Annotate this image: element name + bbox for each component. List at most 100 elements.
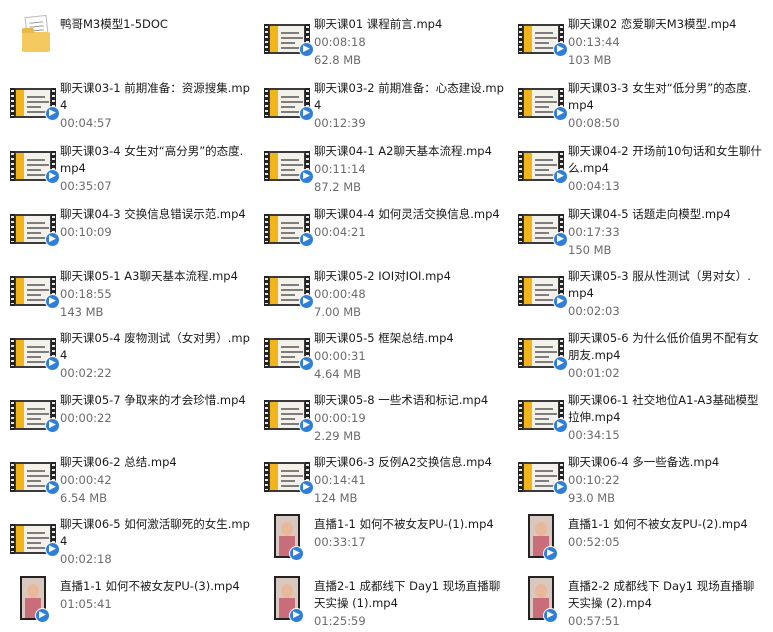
video-icon: ▶ (518, 400, 568, 433)
video-icon: ▶ (264, 276, 314, 309)
file-item[interactable]: ▶ 聊天课05-3 服从性测试（男对女）.mp4 00:02:03 (512, 258, 762, 320)
file-name: 聊天课03-4 女生对“高分男”的态度.mp4 (60, 144, 244, 175)
file-duration: 00:00:42 (60, 473, 112, 487)
file-item[interactable]: ▶ 直播1-1 如何不被女友PU-(3).mp4 01:05:41 (4, 568, 254, 630)
video-icon: ▶ (264, 338, 314, 371)
file-size: 93.0 MB (568, 491, 616, 505)
file-name: 聊天课03-1 前期准备：资源搜集.mp4 (60, 81, 250, 112)
phone-video-icon: ▶ (20, 576, 50, 623)
media-player-badge-icon: ▶ (35, 608, 50, 623)
file-name: 聊天课05-5 框架总结.mp4 (314, 331, 454, 345)
file-item[interactable]: ▶ 聊天课05-4 废物测试（女对男）.mp4 00:02:22 (4, 320, 254, 382)
file-item[interactable]: ▶ 直播1-1 如何不被女友PU-(1).mp4 00:33:17 (258, 506, 508, 568)
file-item[interactable]: 鸭哥M3模型1-5DOC (4, 6, 254, 68)
media-player-badge-icon: ▶ (45, 106, 60, 121)
file-name: 聊天课04-4 如何灵活交换信息.mp4 (314, 207, 500, 221)
video-icon: ▶ (264, 24, 314, 57)
file-item[interactable]: ▶ 直播2-1 成都线下 Day1 现场直播聊天实操 (1).mp4 01:25:5… (258, 568, 508, 630)
file-item[interactable]: ▶ 聊天课05-7 争取来的才会珍惜.mp4 00:00:22 (4, 382, 254, 444)
file-item[interactable]: ▶ 聊天课05-6 为什么低价值男不配有女朋友.mp4 00:01:02 (512, 320, 762, 382)
file-item[interactable]: ▶ 聊天课05-8 一些术语和标记.mp4 00:00:19 2.29 MB (258, 382, 508, 444)
video-icon: ▶ (264, 462, 314, 495)
file-duration: 01:25:59 (314, 614, 366, 628)
media-player-badge-icon: ▶ (543, 546, 558, 561)
file-name: 聊天课05-7 争取来的才会珍惜.mp4 (60, 393, 246, 407)
phone-video-icon: ▶ (528, 576, 558, 623)
video-icon: ▶ (10, 214, 60, 247)
file-size: 4.64 MB (314, 367, 362, 381)
file-item[interactable]: ▶ 聊天课04-3 交换信息错误示范.mp4 00:10:09 (4, 196, 254, 258)
file-name: 聊天课06-3 反例A2交换信息.mp4 (314, 455, 492, 469)
file-item[interactable]: ▶ 聊天课06-3 反例A2交换信息.mp4 00:14:41 124 MB (258, 444, 508, 506)
video-icon: ▶ (264, 151, 314, 184)
file-name: 聊天课04-5 话题走向模型.mp4 (568, 207, 731, 221)
file-item[interactable]: ▶ 聊天课06-2 总结.mp4 00:00:42 6.54 MB (4, 444, 254, 506)
file-duration: 00:57:51 (568, 614, 620, 628)
file-size: 143 MB (60, 305, 104, 319)
file-item[interactable]: ▶ 聊天课02 恋爱聊天M3模型.mp4 00:13:44 103 MB (512, 6, 762, 68)
file-name: 直播2-2 成都线下 Day1 现场直播聊天实操 (2).mp4 (568, 579, 755, 610)
file-duration: 00:52:05 (568, 535, 620, 549)
video-icon: ▶ (10, 524, 60, 557)
file-name: 鸭哥M3模型1-5DOC (60, 17, 168, 31)
video-icon: ▶ (518, 338, 568, 371)
file-duration: 00:02:03 (568, 304, 620, 318)
file-name: 直播1-1 如何不被女友PU-(3).mp4 (60, 579, 240, 593)
folder-icon (22, 14, 50, 52)
file-item[interactable]: ▶ 聊天课04-2 开场前10句话和女生聊什么.mp4 00:04:13 (512, 133, 762, 195)
file-item[interactable]: ▶ 聊天课05-2 IOI对IOI.mp4 00:00:48 7.00 MB (258, 258, 508, 320)
video-icon: ▶ (10, 276, 60, 309)
file-item[interactable]: ▶ 聊天课01 课程前言.mp4 00:08:18 62.8 MB (258, 6, 508, 68)
media-player-badge-icon: ▶ (553, 294, 568, 309)
file-duration: 01:05:41 (60, 597, 112, 611)
file-item[interactable]: ▶ 聊天课04-5 话题走向模型.mp4 00:17:33 150 MB (512, 196, 762, 258)
file-duration: 00:08:18 (314, 35, 366, 49)
file-item[interactable]: ▶ 聊天课03-1 前期准备：资源搜集.mp4 00:04:57 (4, 70, 254, 132)
file-size: 150 MB (568, 243, 612, 257)
file-item[interactable]: ▶ 聊天课03-2 前期准备：心态建设.mp4 00:12:39 (258, 70, 508, 132)
media-player-badge-icon: ▶ (543, 608, 558, 623)
video-icon: ▶ (518, 276, 568, 309)
file-duration: 00:02:18 (60, 552, 112, 566)
video-icon: ▶ (264, 214, 314, 247)
media-player-badge-icon: ▶ (299, 480, 314, 495)
file-name: 聊天课05-1 A3聊天基本流程.mp4 (60, 269, 238, 283)
file-item[interactable]: ▶ 聊天课03-3 女生对“低分男”的态度.mp4 00:08:50 (512, 70, 762, 132)
file-duration: 00:00:19 (314, 411, 366, 425)
file-name: 聊天课01 课程前言.mp4 (314, 17, 443, 31)
file-item[interactable]: ▶ 聊天课05-1 A3聊天基本流程.mp4 00:18:55 143 MB (4, 258, 254, 320)
file-item[interactable]: ▶ 直播2-2 成都线下 Day1 现场直播聊天实操 (2).mp4 00:57:5… (512, 568, 762, 630)
file-item[interactable]: ▶ 聊天课03-4 女生对“高分男”的态度.mp4 00:35:07 (4, 133, 254, 195)
file-size: 2.29 MB (314, 429, 362, 443)
video-icon: ▶ (10, 400, 60, 433)
file-item[interactable]: ▶ 聊天课06-1 社交地位A1-A3基础模型拉伸.mp4 00:34:15 (512, 382, 762, 444)
file-size: 6.54 MB (60, 491, 108, 505)
media-player-badge-icon: ▶ (45, 232, 60, 247)
media-player-badge-icon: ▶ (45, 418, 60, 433)
file-duration: 00:12:39 (314, 116, 366, 130)
media-player-badge-icon: ▶ (45, 542, 60, 557)
file-name: 聊天课03-2 前期准备：心态建设.mp4 (314, 81, 504, 112)
file-name: 聊天课06-1 社交地位A1-A3基础模型拉伸.mp4 (568, 393, 759, 424)
media-player-badge-icon: ▶ (299, 418, 314, 433)
file-item[interactable]: ▶ 聊天课06-5 如何激活聊死的女生.mp4 00:02:18 (4, 506, 254, 568)
media-player-badge-icon: ▶ (299, 356, 314, 371)
file-item[interactable]: ▶ 聊天课05-5 框架总结.mp4 00:00:31 4.64 MB (258, 320, 508, 382)
file-item[interactable]: ▶ 聊天课04-1 A2聊天基本流程.mp4 00:11:14 87.2 MB (258, 133, 508, 195)
file-item[interactable]: ▶ 直播1-1 如何不被女友PU-(2).mp4 00:52:05 (512, 506, 762, 568)
media-player-badge-icon: ▶ (553, 232, 568, 247)
file-size: 87.2 MB (314, 180, 362, 194)
media-player-badge-icon: ▶ (553, 106, 568, 121)
video-icon: ▶ (518, 214, 568, 247)
media-player-badge-icon: ▶ (45, 356, 60, 371)
file-item[interactable]: ▶ 聊天课04-4 如何灵活交换信息.mp4 00:04:21 (258, 196, 508, 258)
file-item[interactable]: ▶ 聊天课06-4 多一些备选.mp4 00:10:22 93.0 MB (512, 444, 762, 506)
file-duration: 00:18:55 (60, 287, 112, 301)
media-player-badge-icon: ▶ (45, 169, 60, 184)
video-icon: ▶ (518, 151, 568, 184)
video-icon: ▶ (10, 462, 60, 495)
media-player-badge-icon: ▶ (553, 356, 568, 371)
file-name: 直播1-1 如何不被女友PU-(1).mp4 (314, 517, 494, 531)
file-name: 聊天课02 恋爱聊天M3模型.mp4 (568, 17, 737, 31)
video-icon: ▶ (10, 338, 60, 371)
